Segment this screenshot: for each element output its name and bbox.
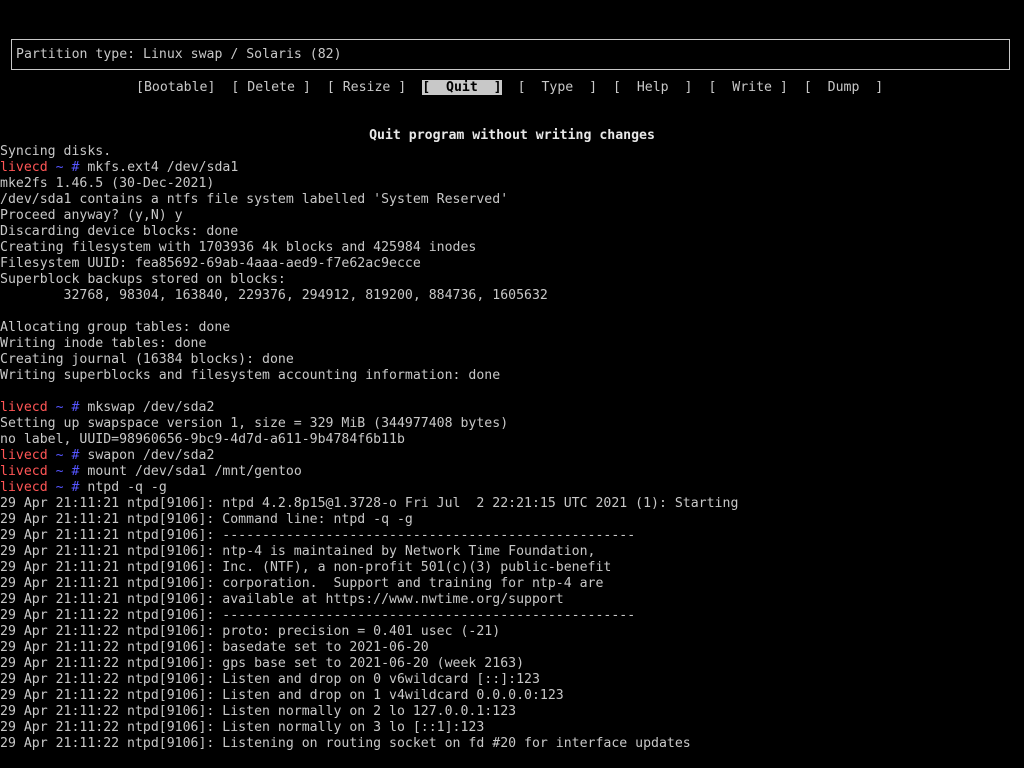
menu-item-help[interactable]: [ Help ] (613, 80, 692, 95)
prompt-symbol: # (71, 160, 80, 175)
output-line: 29 Apr 21:11:22 ntpd[9106]: ------------… (0, 608, 636, 623)
prompt-dir: ~ (55, 160, 64, 175)
partition-type-box: Partition type: Linux swap / Solaris (82… (11, 39, 1010, 70)
prompt-dir: ~ (55, 400, 64, 415)
output-line: Writing inode tables: done (0, 336, 207, 351)
prompt-symbol: # (71, 448, 80, 463)
output-line: 29 Apr 21:11:21 ntpd[9106]: available at… (0, 592, 564, 607)
command-text: ntpd -q -g (87, 480, 167, 495)
prompt-dir: ~ (55, 448, 64, 463)
command-text: swapon /dev/sda2 (87, 448, 215, 463)
prompt-symbol: # (71, 480, 80, 495)
output-line: 29 Apr 21:11:22 ntpd[9106]: Listen and d… (0, 688, 564, 703)
output-line: /dev/sda1 contains a ntfs file system la… (0, 192, 509, 207)
output-line: 29 Apr 21:11:21 ntpd[9106]: Command line… (0, 512, 413, 527)
output-line: Writing superblocks and filesystem accou… (0, 368, 501, 383)
menu-item-quit[interactable]: [ Quit ] (422, 80, 502, 95)
output-line: Syncing disks. (0, 144, 112, 159)
terminal-screen[interactable]: Partition type: Linux swap / Solaris (82… (0, 0, 1024, 768)
output-line: Allocating group tables: done (0, 320, 231, 335)
prompt-host: livecd (0, 464, 48, 479)
prompt-host: livecd (0, 480, 48, 495)
prompt-line: livecd ~ # mkswap /dev/sda2 (0, 400, 1024, 416)
menu-item-resize[interactable]: [ Resize ] (327, 80, 406, 95)
output-line: 29 Apr 21:11:21 ntpd[9106]: Inc. (NTF), … (0, 560, 612, 575)
prompt-symbol: # (71, 464, 80, 479)
output-line: 29 Apr 21:11:21 ntpd[9106]: ------------… (0, 528, 636, 543)
menu-item-delete[interactable]: [ Delete ] (231, 80, 310, 95)
command-text: mount /dev/sda1 /mnt/gentoo (87, 464, 302, 479)
prompt-dir: ~ (55, 464, 64, 479)
terminal-output: Syncing disks. livecd ~ # mkfs.ext4 /dev/… (0, 144, 1024, 752)
partition-type-text: Partition type: Linux swap / Solaris (82… (16, 47, 342, 62)
menu-item-type[interactable]: [ Type ] (518, 80, 597, 95)
output-line: Creating filesystem with 1703936 4k bloc… (0, 240, 477, 255)
output-line: Superblock backups stored on blocks: (0, 272, 286, 287)
menu-item-write[interactable]: [ Write ] (708, 80, 787, 95)
output-line: 29 Apr 21:11:22 ntpd[9106]: Listen norma… (0, 720, 485, 735)
output-line: 29 Apr 21:11:22 ntpd[9106]: Listen norma… (0, 704, 517, 719)
prompt-line: livecd ~ # mount /dev/sda1 /mnt/gentoo (0, 464, 1024, 480)
prompt-line: livecd ~ # swapon /dev/sda2 (0, 448, 1024, 464)
prompt-line: livecd ~ # mkfs.ext4 /dev/sda1 (0, 160, 1024, 176)
output-line: no label, UUID=98960656-9bc9-4d7d-a611-9… (0, 432, 405, 447)
output-line: Creating journal (16384 blocks): done (0, 352, 294, 367)
output-line: 29 Apr 21:11:22 ntpd[9106]: gps base set… (0, 656, 525, 671)
output-line: mke2fs 1.46.5 (30-Dec-2021) (0, 176, 215, 191)
output-line: 29 Apr 21:11:21 ntpd[9106]: corporation.… (0, 576, 604, 591)
prompt-line: livecd ~ # ntpd -q -g (0, 480, 1024, 496)
output-line: Proceed anyway? (y,N) y (0, 208, 183, 223)
output-line: 29 Apr 21:11:21 ntpd[9106]: ntp-4 is mai… (0, 544, 596, 559)
output-line: Filesystem UUID: fea85692-69ab-4aaa-aed9… (0, 256, 421, 271)
menu-item-dump[interactable]: [ Dump ] (804, 80, 883, 95)
command-text: mkswap /dev/sda2 (87, 400, 215, 415)
prompt-symbol: # (71, 400, 80, 415)
command-text: mkfs.ext4 /dev/sda1 (87, 160, 239, 175)
output-line: 29 Apr 21:11:22 ntpd[9106]: basedate set… (0, 640, 429, 655)
output-line: Discarding device blocks: done (0, 224, 239, 239)
output-line: 29 Apr 21:11:22 ntpd[9106]: proto: preci… (0, 624, 501, 639)
prompt-host: livecd (0, 400, 48, 415)
cfdisk-menu-bar: [Bootable] [ Delete ] [ Resize ] [ Quit ] [ … (136, 80, 883, 95)
output-line: Setting up swapspace version 1, size = 3… (0, 416, 509, 431)
menu-item-bootable[interactable]: [Bootable] (136, 80, 215, 95)
menu-hint-text: Quit program without writing changes (369, 128, 655, 143)
output-line: 29 Apr 21:11:22 ntpd[9106]: Listening on… (0, 736, 691, 751)
prompt-host: livecd (0, 448, 48, 463)
prompt-host: livecd (0, 160, 48, 175)
prompt-dir: ~ (55, 480, 64, 495)
output-line: 32768, 98304, 163840, 229376, 294912, 81… (0, 288, 548, 303)
output-line: 29 Apr 21:11:22 ntpd[9106]: Listen and d… (0, 672, 540, 687)
output-line: 29 Apr 21:11:21 ntpd[9106]: ntpd 4.2.8p1… (0, 496, 739, 511)
